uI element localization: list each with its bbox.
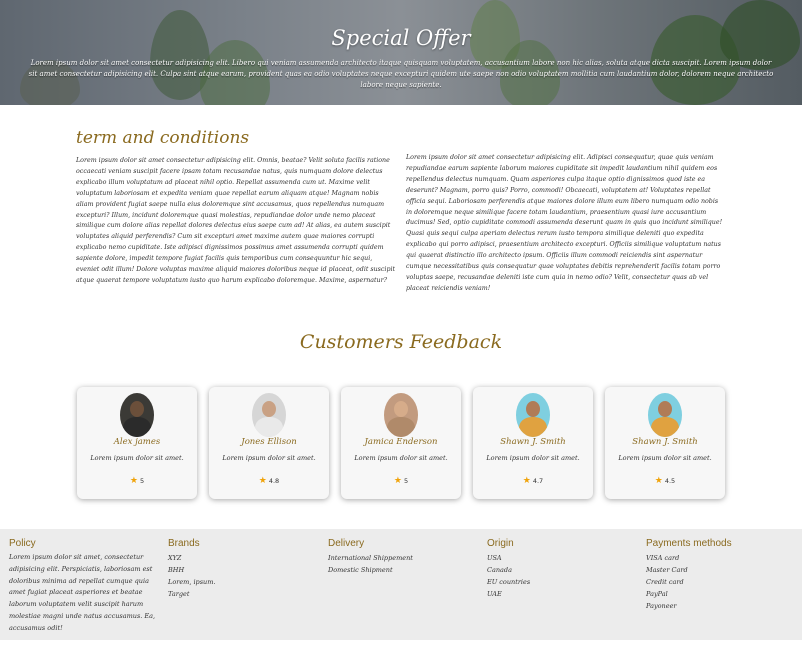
feedback-card: Jamica Enderson Lorem ipsum dolor sit am… bbox=[341, 387, 461, 499]
customer-rating: ★ 5 bbox=[341, 476, 461, 486]
customer-review: Lorem ipsum dolor sit amet. bbox=[354, 454, 448, 462]
customer-review: Lorem ipsum dolor sit amet. bbox=[222, 454, 316, 462]
customer-name: Shawn J. Smith bbox=[632, 437, 698, 447]
avatar bbox=[252, 393, 286, 437]
footer-link-payment[interactable]: VISA card bbox=[646, 552, 732, 564]
star-icon: ★ bbox=[654, 476, 663, 486]
footer-link-payment[interactable]: PayPal bbox=[646, 588, 732, 600]
hero-title: Special Offer bbox=[331, 26, 471, 50]
star-icon: ★ bbox=[522, 476, 531, 486]
terms-text-right: Lorem ipsum dolor sit amet consectetur a… bbox=[406, 154, 723, 292]
footer-origin: Origin USA Canada EU countries UAE bbox=[487, 538, 530, 600]
footer-link-payment[interactable]: Payoneer bbox=[646, 600, 732, 612]
footer-link-delivery[interactable]: International Shippement bbox=[328, 552, 413, 564]
customer-name: Jones Ellison bbox=[241, 437, 297, 447]
rating-value: 4.7 bbox=[532, 477, 544, 485]
footer-link-origin[interactable]: USA bbox=[487, 552, 530, 564]
footer-link-origin[interactable]: UAE bbox=[487, 588, 530, 600]
footer-origin-title: Origin bbox=[487, 538, 514, 549]
footer-delivery: Delivery International Shippement Domest… bbox=[328, 538, 413, 576]
footer-payments: Payments methods VISA card Master Card C… bbox=[646, 538, 732, 612]
hero-banner: Special Offer Lorem ipsum dolor sit amet… bbox=[0, 0, 802, 105]
customer-name: Alex james bbox=[113, 437, 161, 447]
feedback-card: Alex james Lorem ipsum dolor sit amet. ★… bbox=[77, 387, 197, 499]
footer-policy-text: Lorem ipsum dolor sit amet, consectetur … bbox=[9, 553, 156, 632]
footer-link-brand[interactable]: XYZ bbox=[168, 552, 215, 564]
rating-value: 5 bbox=[139, 477, 145, 485]
terms-title: term and conditions bbox=[76, 128, 250, 148]
footer-brands: Brands XYZ BHH Lorem, ipsum. Target bbox=[168, 538, 215, 600]
footer-link-brand[interactable]: Lorem, ipsum. bbox=[168, 576, 215, 588]
rating-value: 5 bbox=[403, 477, 409, 485]
star-icon: ★ bbox=[258, 476, 267, 486]
avatar bbox=[648, 393, 682, 437]
customer-rating: ★ 5 bbox=[77, 476, 197, 486]
footer-policy-title: Policy bbox=[9, 538, 36, 549]
avatar bbox=[120, 393, 154, 437]
customer-review: Lorem ipsum dolor sit amet. bbox=[618, 454, 712, 462]
customer-review: Lorem ipsum dolor sit amet. bbox=[486, 454, 580, 462]
rating-value: 4.5 bbox=[664, 477, 676, 485]
customer-rating: ★ 4.8 bbox=[209, 476, 329, 486]
star-icon: ★ bbox=[129, 476, 138, 486]
avatar bbox=[384, 393, 418, 437]
feedback-card: Jones Ellison Lorem ipsum dolor sit amet… bbox=[209, 387, 329, 499]
customer-rating: ★ 4.7 bbox=[473, 476, 593, 486]
footer-brands-title: Brands bbox=[168, 538, 200, 549]
footer-link-delivery[interactable]: Domestic Shipment bbox=[328, 564, 413, 576]
customer-name: Jamica Enderson bbox=[364, 437, 438, 447]
avatar bbox=[516, 393, 550, 437]
footer-link-payment[interactable]: Credit card bbox=[646, 576, 732, 588]
footer-link-origin[interactable]: EU countries bbox=[487, 576, 530, 588]
feedback-title: Customers Feedback bbox=[299, 331, 503, 353]
footer-payments-title: Payments methods bbox=[646, 538, 732, 549]
rating-value: 4.8 bbox=[268, 477, 280, 485]
footer-link-brand[interactable]: BHH bbox=[168, 564, 215, 576]
footer-link-origin[interactable]: Canada bbox=[487, 564, 530, 576]
feedback-card: Shawn J. Smith Lorem ipsum dolor sit ame… bbox=[473, 387, 593, 499]
customer-name: Shawn J. Smith bbox=[500, 437, 566, 447]
footer-policy: Policy Lorem ipsum dolor sit amet, conse… bbox=[9, 538, 159, 635]
feedback-cards: Alex james Lorem ipsum dolor sit amet. ★… bbox=[77, 387, 727, 499]
footer-link-brand[interactable]: Target bbox=[168, 588, 215, 600]
customer-rating: ★ 4.5 bbox=[605, 476, 725, 486]
hero-description: Lorem ipsum dolor sit amet consectetur a… bbox=[28, 59, 774, 89]
star-icon: ★ bbox=[393, 476, 402, 486]
footer-link-payment[interactable]: Master Card bbox=[646, 564, 732, 576]
feedback-card: Shawn J. Smith Lorem ipsum dolor sit ame… bbox=[605, 387, 725, 499]
terms-text-left: Lorem ipsum dolor sit amet consectetur a… bbox=[76, 157, 396, 284]
customer-review: Lorem ipsum dolor sit amet. bbox=[90, 454, 184, 462]
footer: Policy Lorem ipsum dolor sit amet, conse… bbox=[0, 529, 802, 640]
footer-delivery-title: Delivery bbox=[328, 538, 365, 549]
